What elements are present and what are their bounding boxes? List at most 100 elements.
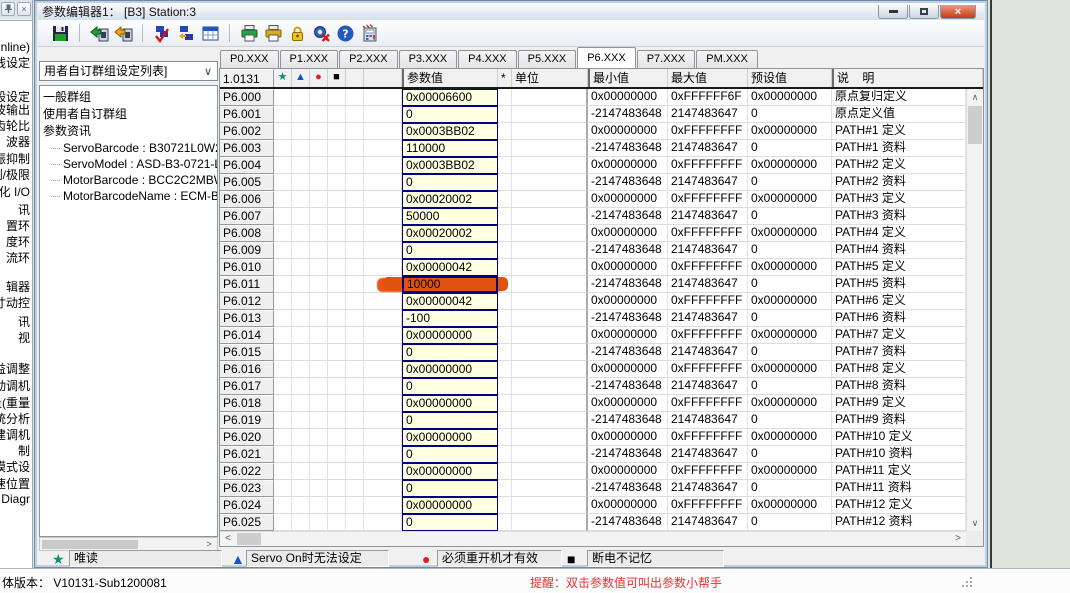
horizontal-scrollbar[interactable]: < > (220, 531, 966, 546)
param-name-cell[interactable]: P6.007 (220, 208, 274, 225)
param-name-cell[interactable]: P6.017 (220, 378, 274, 395)
param-value-cell[interactable]: 0x00000042 (402, 259, 498, 276)
dock-tree-item-clipped[interactable]: 制/极限 (0, 169, 30, 182)
param-name-cell[interactable]: P6.009 (220, 242, 274, 259)
dock-tree-item-clipped[interactable]: 线设定 (0, 57, 30, 70)
param-name-cell[interactable]: P6.001 (220, 106, 274, 123)
param-name-cell[interactable]: P6.008 (220, 225, 274, 242)
param-name-cell[interactable]: P6.025 (220, 514, 274, 531)
dock-tree-item-clipped[interactable]: 化 I/O (0, 186, 30, 199)
dock-tree-item-clipped[interactable]: nline) (1, 41, 30, 54)
param-value-cell[interactable]: 0 (402, 174, 498, 191)
dock-tree-item-clipped[interactable]: 寸动控 (0, 297, 30, 310)
scroll-right-icon[interactable]: > (202, 538, 216, 550)
param-value-cell[interactable]: 0 (402, 412, 498, 429)
tab-p7xxx[interactable]: P7.XXX (637, 50, 696, 68)
param-value-cell[interactable]: 0x0003BB02 (402, 123, 498, 140)
param-name-cell[interactable]: P6.005 (220, 174, 274, 191)
param-value-cell[interactable]: 0x00020002 (402, 191, 498, 208)
scrollbar-thumb[interactable] (968, 106, 982, 144)
description-column-header[interactable]: 说 明 (832, 69, 983, 87)
tree-leaf-info[interactable]: MotorBarcodeName : ECM-B( (43, 188, 217, 204)
vertical-scrollbar[interactable]: ∧ ∨ (966, 89, 983, 531)
group-tree[interactable]: 一般群组使用者自订群组参数资讯ServoBarcode : B30721L0W2… (39, 85, 218, 537)
tab-p0xxx[interactable]: P0.XXX (220, 50, 279, 68)
tree-item-general-group[interactable]: 一般群组 (43, 89, 217, 106)
param-value-cell[interactable]: 0x00000000 (402, 429, 498, 446)
tab-p4xxx[interactable]: P4.XXX (458, 50, 517, 68)
dock-tree-item-clipped[interactable]: 子齿轮比 (0, 120, 30, 133)
tab-pmxxx[interactable]: PM.XXX (696, 50, 758, 68)
dock-tree-item-clipped[interactable]: 建调机 (0, 429, 30, 442)
param-name-cell[interactable]: P6.012 (220, 293, 274, 310)
table-view-icon[interactable] (198, 21, 222, 45)
window-titlebar[interactable]: 参数编辑器1： [B3] Station:3 × (38, 3, 984, 20)
tab-p3xxx[interactable]: P3.XXX (399, 50, 458, 68)
scrollbar-thumb[interactable] (42, 540, 138, 549)
preset-column-header[interactable]: 预设值 (748, 69, 832, 87)
dock-tree-item-clipped[interactable]: 振抑制 (0, 153, 30, 166)
tab-p6xxx[interactable]: P6.XXX (577, 47, 636, 68)
tree-leaf-info[interactable]: ServoBarcode : B30721L0W2 (43, 140, 217, 156)
print-preview-icon[interactable] (261, 21, 285, 45)
minimize-button[interactable] (878, 5, 908, 19)
param-value-cell[interactable]: 0x00000000 (402, 395, 498, 412)
dock-tree-item-clipped[interactable]: 量(重量 (0, 397, 30, 410)
param-value-cell[interactable]: 0x00000000 (402, 327, 498, 344)
scroll-up-icon[interactable]: ∧ (967, 89, 983, 105)
dock-tree-item-clipped[interactable]: 流环 (6, 252, 30, 265)
tree-item-user-defined-group[interactable]: 使用者自订群组 (43, 106, 217, 123)
min-column-header[interactable]: 最小值 (588, 69, 668, 87)
param-value-cell[interactable]: 0 (402, 106, 498, 123)
param-value-cell[interactable]: 0x00000042 (402, 293, 498, 310)
dock-panel-tree-clipped[interactable]: nline)线设定般设定波输出子齿轮比波器振抑制制/极限化 I/O讯置环度环流环… (0, 20, 32, 568)
group-list-dropdown[interactable]: 用者自订群组设定列表] ∨ (39, 61, 218, 81)
param-name-cell[interactable]: P6.018 (220, 395, 274, 412)
param-name-cell[interactable]: P6.020 (220, 429, 274, 446)
write-to-servo-icon[interactable] (111, 21, 135, 45)
dock-tree-item-clipped[interactable]: 置环 (6, 220, 30, 233)
param-name-cell[interactable]: P6.013 (220, 310, 274, 327)
param-name-cell[interactable]: P6.010 (220, 259, 274, 276)
restore-button[interactable] (909, 5, 939, 19)
param-name-cell[interactable]: P6.019 (220, 412, 274, 429)
resize-grip[interactable] (962, 577, 974, 589)
param-name-cell[interactable]: P6.024 (220, 497, 274, 514)
sidebar-horizontal-scrollbar[interactable]: > (39, 537, 218, 551)
dock-tree-item-clipped[interactable]: 波输出 (0, 104, 30, 117)
save-icon[interactable] (48, 21, 72, 45)
tree-leaf-info[interactable]: ServoModel : ASD-B3-0721-L (43, 156, 217, 172)
param-value-cell[interactable]: 50000 (402, 208, 498, 225)
param-value-cell[interactable]: 0 (402, 514, 498, 531)
pin-icon[interactable] (1, 2, 15, 16)
param-value-cell[interactable]: 0 (402, 446, 498, 463)
dock-tree-item-clipped[interactable]: 波器 (6, 136, 30, 149)
param-name-cell[interactable]: P6.016 (220, 361, 274, 378)
tab-p2xxx[interactable]: P2.XXX (339, 50, 398, 68)
param-value-cell[interactable]: 0 (402, 378, 498, 395)
param-name-cell[interactable]: P6.014 (220, 327, 274, 344)
read-from-servo-icon[interactable] (87, 21, 111, 45)
param-value-cell[interactable]: 0 (402, 480, 498, 497)
dock-tree-item-clipped[interactable]: 制 (18, 445, 30, 458)
tab-p5xxx[interactable]: P5.XXX (518, 50, 577, 68)
parameter-helper-icon[interactable] (357, 21, 381, 45)
dock-tree-item-clipped[interactable]: 益调整 (0, 363, 30, 376)
param-name-cell[interactable]: P6.003 (220, 140, 274, 157)
dock-tree-item-clipped[interactable]: 速位置 (0, 478, 30, 491)
param-name-cell[interactable]: P6.022 (220, 463, 274, 480)
scroll-down-icon[interactable]: ∨ (967, 515, 983, 531)
param-name-cell[interactable]: P6.021 (220, 446, 274, 463)
tree-item-parameter-info[interactable]: 参数资讯 (43, 123, 217, 140)
help-icon[interactable]: ? (333, 21, 357, 45)
print-icon[interactable] (237, 21, 261, 45)
compare-parameters-icon[interactable] (174, 21, 198, 45)
tab-p1xxx[interactable]: P1.XXX (280, 50, 339, 68)
dock-tree-item-clipped[interactable]: 辑器 (6, 281, 30, 294)
param-value-cell[interactable]: 0x00000000 (402, 361, 498, 378)
param-value-cell[interactable]: 0 (402, 242, 498, 259)
param-value-cell[interactable]: 0x00000000 (402, 463, 498, 480)
value-column-header[interactable]: 参数值 (402, 69, 498, 87)
param-value-cell[interactable]: 0x0003BB02 (402, 157, 498, 174)
unit-column-header[interactable]: 单位 (512, 69, 588, 87)
